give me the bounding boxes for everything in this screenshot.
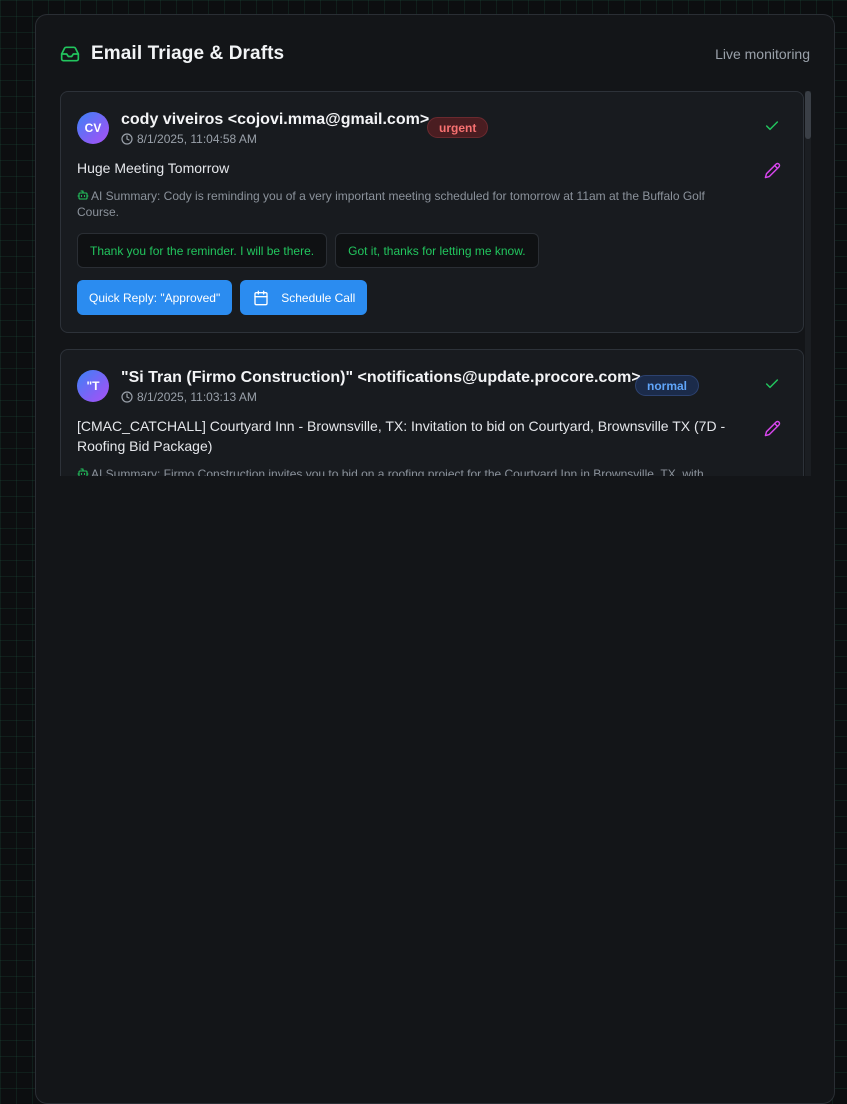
mark-done-button[interactable] [763,375,781,393]
ai-summary-text: AI Summary: Firmo Construction invites y… [91,467,704,476]
inbox-icon [60,44,80,64]
robot-icon [77,189,89,201]
robot-icon [77,467,89,476]
scrollbar[interactable] [805,91,811,476]
check-icon [764,118,780,134]
email-timestamp: 8/1/2025, 11:04:58 AM [121,132,257,146]
panel-header: Email Triage & Drafts Live monitoring [60,41,810,67]
pencil-icon [764,162,781,179]
sender-name: cody viveiros <cojovi.mma@gmail.com> [121,111,430,128]
edit-draft-button[interactable] [763,419,781,437]
email-actions: Quick Reply: "Approved" Schedule Call [77,280,368,315]
quick-reply-approved-button[interactable]: Quick Reply: "Approved" [77,280,233,315]
email-card: CV cody viveiros <cojovi.mma@gmail.com> … [60,91,804,333]
email-triage-panel: Email Triage & Drafts Live monitoring CV… [35,14,835,1104]
mark-done-button[interactable] [763,117,781,135]
timestamp-text: 8/1/2025, 11:04:58 AM [137,132,257,146]
email-timestamp: 8/1/2025, 11:03:13 AM [121,390,257,404]
page-title: Email Triage & Drafts [91,43,285,64]
email-card: "T "Si Tran (Firmo Construction)" <notif… [60,349,804,476]
edit-draft-button[interactable] [763,161,781,179]
ai-summary-text: AI Summary: Cody is reminding you of a v… [77,189,705,219]
suggested-replies: Thank you for the reminder. I will be th… [77,233,539,268]
email-subject: [CMAC_CATCHALL] Courtyard Inn - Brownsvi… [77,418,726,454]
live-monitoring-status: Live monitoring [715,46,810,62]
clock-icon [121,391,133,403]
check-icon [764,376,780,392]
avatar: "T [77,370,109,402]
clock-icon [121,133,133,145]
quick-reply-label: Quick Reply: "Approved" [89,290,221,305]
priority-badge: urgent [427,117,489,138]
scrollbar-thumb[interactable] [805,91,811,139]
suggested-reply-chip[interactable]: Thank you for the reminder. I will be th… [77,233,328,268]
calendar-icon [253,290,269,306]
timestamp-text: 8/1/2025, 11:03:13 AM [137,390,257,404]
priority-badge: normal [635,375,700,396]
suggested-reply-chip[interactable]: Got it, thanks for letting me know. [335,233,539,268]
schedule-call-label: Schedule Call [281,290,356,305]
ai-summary: AI Summary: Firmo Construction invites y… [77,466,737,476]
avatar: CV [77,112,109,144]
schedule-call-button[interactable]: Schedule Call [240,280,368,315]
sender-name: "Si Tran (Firmo Construction)" <notifica… [121,369,641,386]
email-subject: Huge Meeting Tomorrow [77,160,230,176]
ai-summary: AI Summary: Cody is reminding you of a v… [77,188,737,220]
email-list[interactable]: CV cody viveiros <cojovi.mma@gmail.com> … [60,91,811,476]
pencil-icon [764,420,781,437]
